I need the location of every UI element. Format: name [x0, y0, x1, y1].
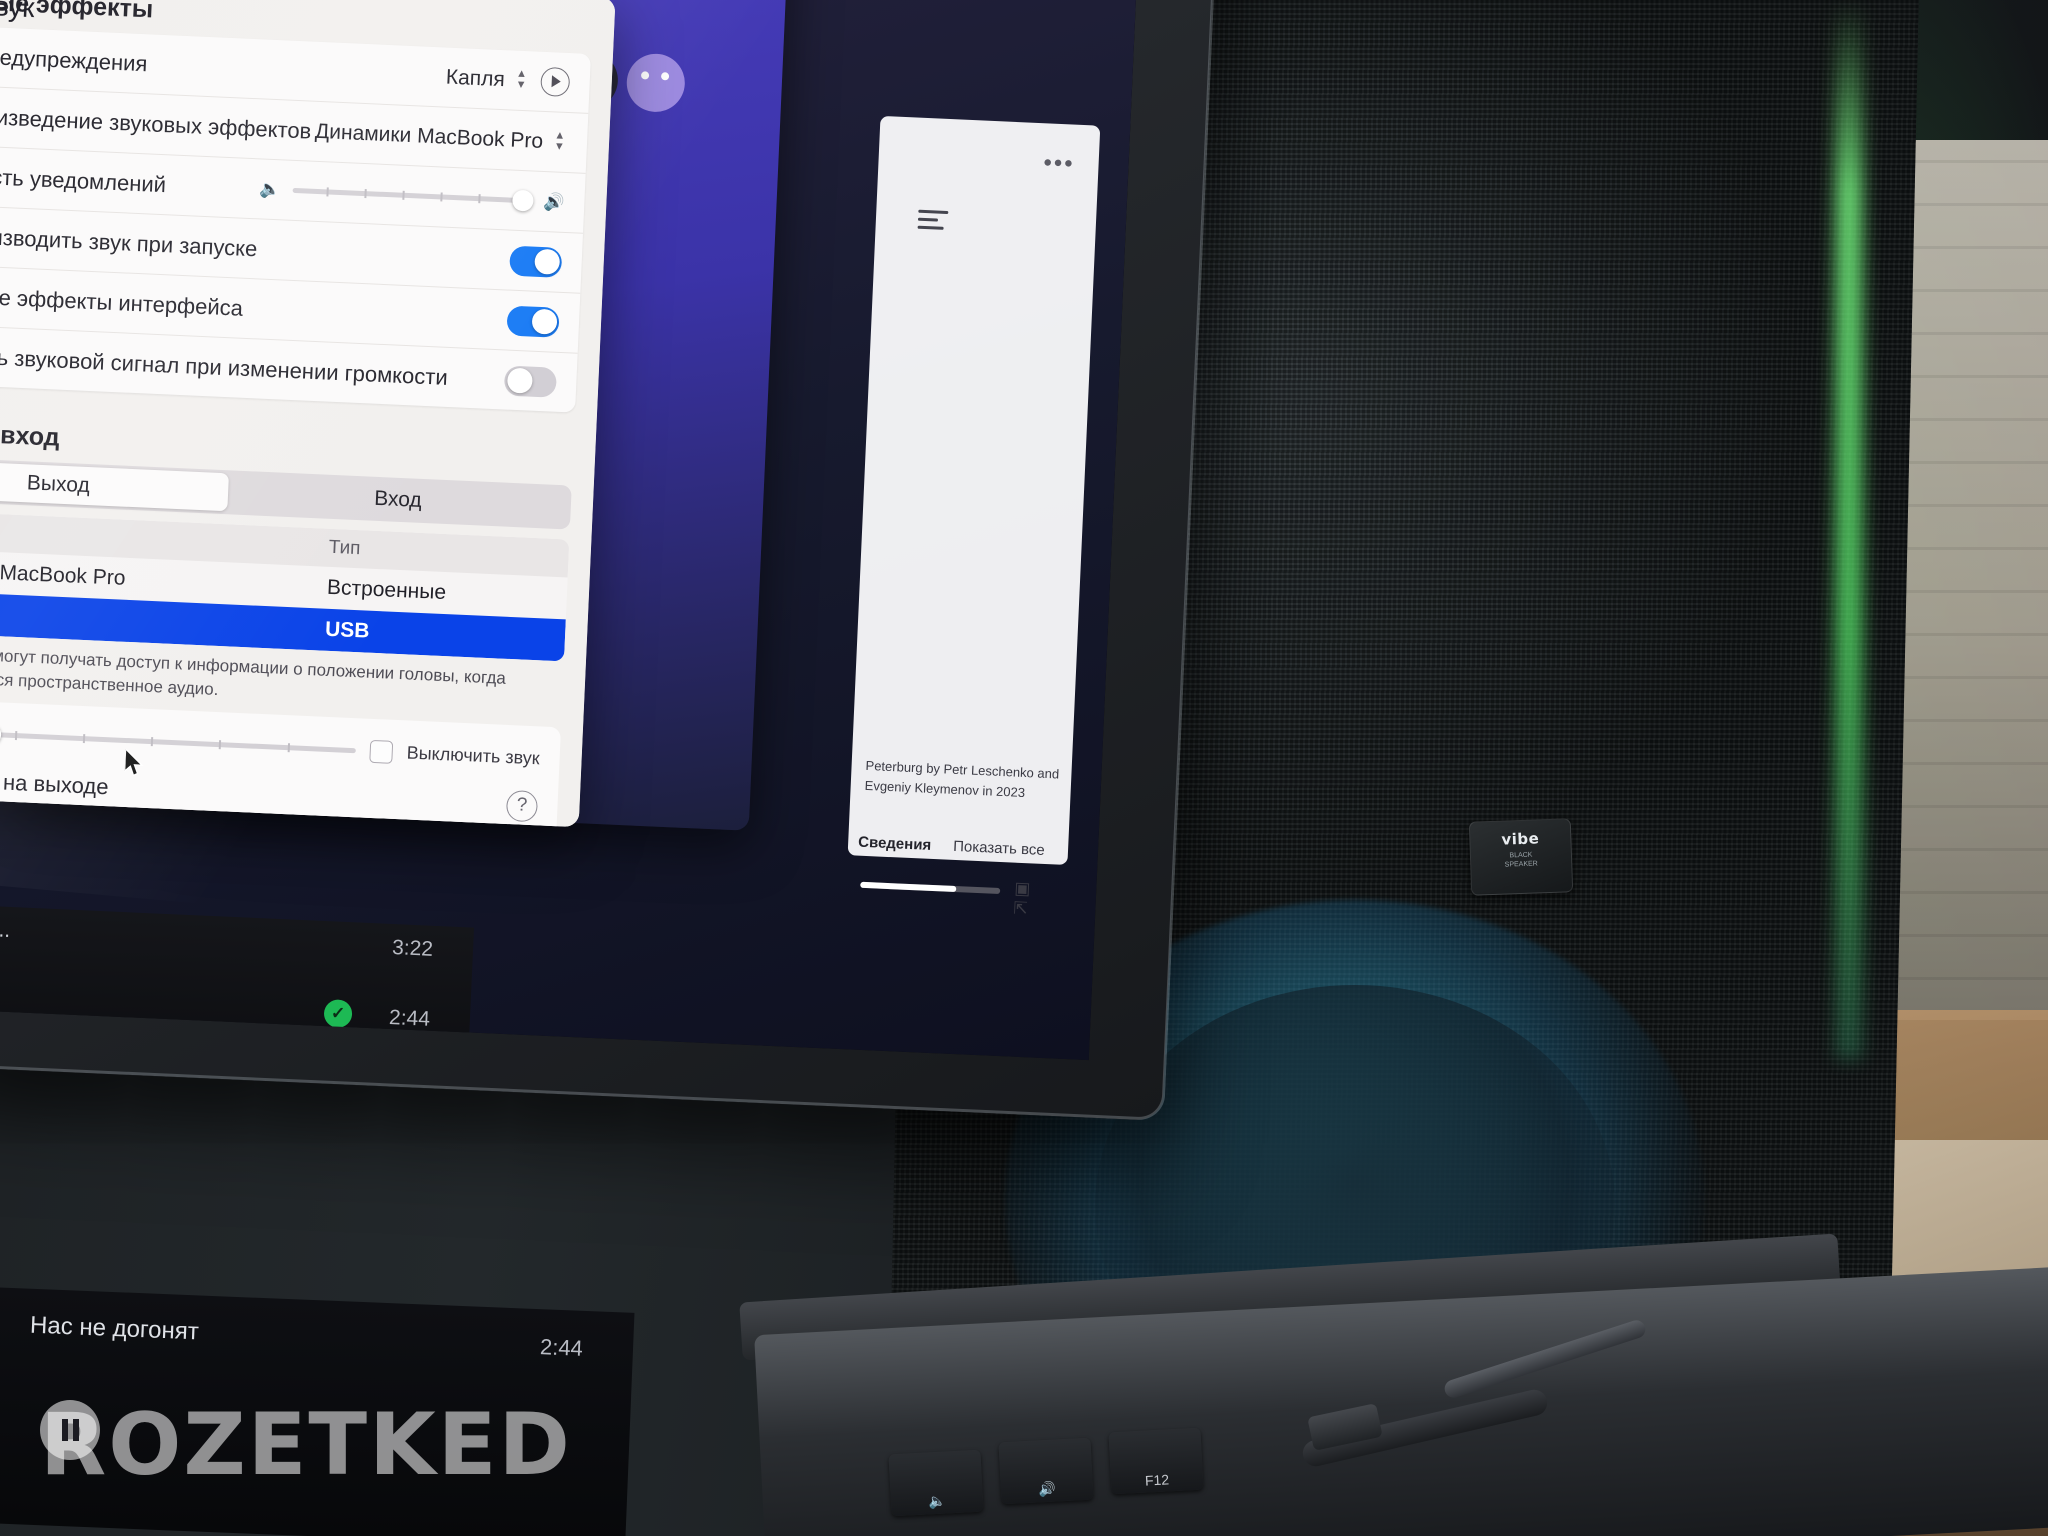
player-queue-time: 3:22	[391, 936, 434, 961]
playback-icons[interactable]: ▣ ⇱	[1013, 879, 1067, 921]
help-button[interactable]: ?	[505, 789, 539, 823]
equalizer-icon[interactable]	[917, 209, 949, 233]
slider-knob[interactable]	[511, 189, 534, 212]
key-volume-down[interactable]: 🔈	[888, 1449, 984, 1517]
row-control[interactable]: Капля ▲ ▼	[445, 63, 571, 98]
system-settings-window[interactable]: Поиск ≋ Wi-Fi ᛒ Bluetooth 🌐	[0, 0, 616, 828]
avatar	[625, 52, 687, 114]
settings-detail-pane: ‹ › Звук Звуковые эффекты Звук предупреж…	[0, 0, 616, 828]
play-sound-button[interactable]	[540, 66, 571, 98]
key-volume-up[interactable]: 🔊	[998, 1437, 1094, 1505]
speaker-low-icon: 🔈	[259, 178, 282, 199]
device-type: USB	[324, 617, 370, 643]
tab-details[interactable]: Сведения	[858, 834, 932, 854]
ui-sound-effects-toggle[interactable]	[506, 305, 560, 338]
watermark: ROZETKED	[40, 1395, 572, 1495]
output-volume-knob[interactable]	[0, 723, 2, 746]
speaker-led-strip	[1836, 0, 1862, 1060]
chevron-updown-icon[interactable]: ▲ ▼	[513, 67, 529, 93]
volume-feedback-toggle[interactable]	[503, 364, 558, 398]
speaker-brand-label: vibe	[1501, 829, 1540, 849]
effects-output-popup[interactable]: Динамики MacBook Pro ▲ ▼	[315, 119, 568, 154]
row-label: Звуковые эффекты интерфейса	[0, 280, 244, 321]
chevron-updown-icon[interactable]: ▲ ▼	[552, 129, 568, 155]
device-table[interactable]: Имя Тип Динамики MacBook Pro Встроенные …	[0, 508, 570, 662]
tab-show-all[interactable]: Показать все	[953, 838, 1045, 859]
row-label: Воспроизведение звуковых эффектов	[0, 100, 312, 144]
slider-track[interactable]	[292, 187, 534, 212]
speaker-brand-badge: vibe BLACK SPEAKER	[1468, 818, 1574, 896]
row-label: Воспроизводить звук при запуске	[0, 220, 258, 261]
device-type: Встроенные	[326, 575, 447, 605]
more-options-icon[interactable]: •••	[1043, 149, 1075, 178]
mute-checkbox[interactable]	[369, 739, 394, 764]
mute-label: Выключить звук	[406, 742, 541, 769]
player-saved-badge[interactable]: ✓	[323, 999, 353, 1029]
alert-volume-slider[interactable]: 🔈 🔊	[259, 179, 565, 213]
photo-scene: vibe BLACKSPEAKER A Пт, 26 апр. 14:51	[0, 0, 2048, 1536]
sound-effects-card: Звук предупреждения Капля ▲▼ Воспроизвед…	[0, 23, 592, 413]
effects-output-value: Динамики MacBook Pro	[314, 119, 544, 153]
column-header-type: Тип	[328, 536, 361, 560]
speaker-high-icon: 🔊	[542, 191, 565, 212]
key-f12[interactable]: F12	[1108, 1427, 1204, 1495]
row-label: Подавать звуковой сигнал при изменении г…	[0, 340, 449, 390]
row-label: Громкость уведомлений	[0, 160, 167, 197]
output-volume-label: Громкость на выходе	[0, 765, 110, 800]
background-app-panel: ••• Peterburg by Petr Leschenko and Evge…	[847, 115, 1101, 919]
pause-icon	[40, 1400, 100, 1460]
laptop-screen: A Пт, 26 апр. 14:51 ••• Peterburg by Pet…	[0, 0, 1140, 1061]
page-title: Звук	[0, 0, 36, 24]
alert-sound-popup[interactable]: Капля ▲ ▼	[445, 65, 529, 93]
player-current-time: 2:44	[388, 1005, 431, 1031]
tab-output[interactable]: Выход	[0, 458, 229, 512]
speaker-model-label: BLACK SPEAKER	[1504, 851, 1538, 869]
output-volume-track[interactable]	[0, 723, 356, 753]
mouse-cursor	[124, 748, 144, 777]
background-app-info: Peterburg by Petr Leschenko and Evgeniy …	[864, 757, 1060, 800]
startup-sound-toggle[interactable]	[509, 245, 563, 278]
player-elapsed: 2:44	[539, 1334, 584, 1361]
column-header-name: Имя	[0, 517, 321, 558]
tab-input[interactable]: Вход	[227, 473, 568, 526]
player-queue-track[interactable]: Ay (Gancher & Ruin R...	[0, 909, 11, 943]
alert-sound-value: Капля	[445, 65, 506, 91]
background-app-tabs[interactable]: Сведения Показать все	[858, 834, 1069, 860]
